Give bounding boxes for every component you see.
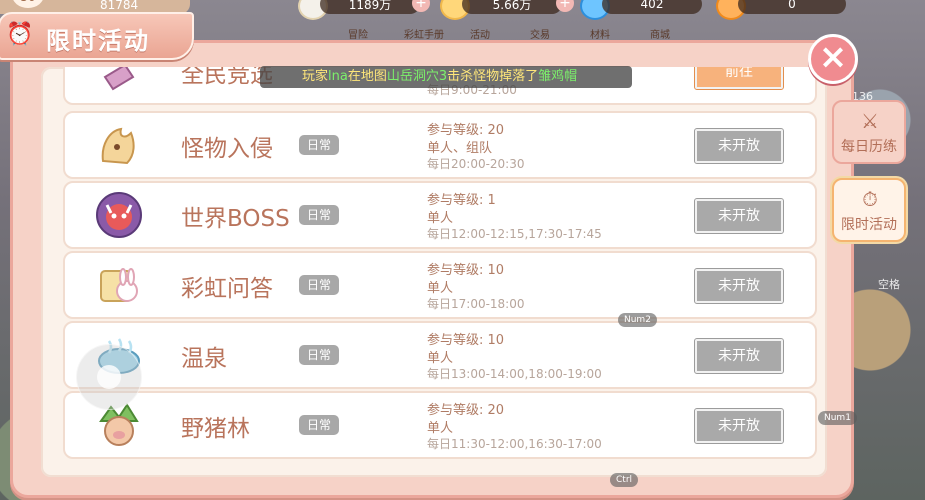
party-mode: 单人 [427, 211, 454, 226]
activity-time: 每日12:00-12:15,17:30-17:45 [427, 227, 602, 241]
top-tab-trade[interactable]: 交易 [530, 26, 550, 41]
clock-icon: ⏱ [862, 187, 878, 211]
party-mode: 单人、组队 [427, 141, 493, 156]
activity-list: 全民竞选 每日9:00-21:00 前往 怪物入侵 日常 参与等级: 20 单人… [41, 67, 827, 477]
activity-time: 每日17:00-18:00 [427, 297, 525, 311]
broadcast-text: 在地图 [347, 69, 387, 84]
side-tab-limited-activity[interactable]: ⏱ 限时活动 [832, 178, 906, 242]
top-tab-materials[interactable]: 材料 [590, 26, 610, 41]
virtual-joystick[interactable] [76, 344, 142, 410]
daily-tag: 日常 [299, 345, 339, 365]
demon-skull-icon [96, 192, 142, 238]
star-amount: 0 [738, 0, 846, 14]
party-mode: 单人 [427, 351, 454, 366]
key-hint-ctrl: Ctrl [610, 473, 639, 487]
side-tab-daily-training[interactable]: ⚔ 每日历练 [832, 100, 906, 164]
side-tab-label: 限时活动 [841, 217, 897, 233]
not-open-button[interactable]: 未开放 [694, 128, 784, 164]
broadcast-map: 山岳洞穴3 [386, 69, 448, 84]
not-open-button[interactable]: 未开放 [694, 268, 784, 304]
activity-name: 温泉 [181, 346, 227, 372]
party-mode: 单人 [427, 281, 454, 296]
activity-name: 世界BOSS [181, 206, 290, 232]
required-level: 参与等级: 10 [427, 263, 505, 278]
top-tab-events[interactable]: 活动 [470, 26, 490, 41]
required-level: 参与等级: 20 [427, 403, 505, 418]
activity-row: 世界BOSS 日常 参与等级: 1 单人 每日12:00-12:15,17:30… [63, 181, 817, 249]
required-level: 参与等级: 20 [427, 123, 505, 138]
party-mode: 单人 [427, 421, 454, 436]
activity-name: 彩虹问答 [181, 276, 273, 302]
activity-time: 每日11:30-12:00,16:30-17:00 [427, 437, 602, 451]
add-gold-button[interactable]: + [556, 0, 574, 12]
activity-time: 每日13:00-14:00,18:00-19:00 [427, 367, 602, 381]
player-level: 50 [12, 0, 44, 8]
top-tab-adventure[interactable]: 冒险 [348, 26, 368, 41]
key-hint-num2: Num2 [618, 313, 657, 327]
activity-row: 野猪林 日常 参与等级: 20 单人 每日11:30-12:00,16:30-1… [63, 391, 817, 459]
add-silver-button[interactable]: + [412, 0, 430, 12]
activity-name: 怪物入侵 [181, 136, 273, 162]
not-open-button[interactable]: 未开放 [694, 198, 784, 234]
ballot-icon [103, 67, 135, 91]
joystick-knob[interactable] [97, 365, 121, 389]
top-tab-handbook[interactable]: 彩虹手册 [404, 26, 444, 41]
sword-icon: ⚔ [861, 109, 879, 133]
daily-tag: 日常 [299, 415, 339, 435]
not-open-button[interactable]: 未开放 [694, 408, 784, 444]
activity-time: 每日20:00-20:30 [427, 157, 525, 171]
daily-tag: 日常 [299, 275, 339, 295]
not-open-button[interactable]: 未开放 [694, 338, 784, 374]
top-tab-shop[interactable]: 商城 [650, 26, 670, 41]
go-button[interactable]: 前往 [694, 67, 784, 90]
alarm-clock-icon: ⏰ [6, 22, 34, 47]
page-title: 限时活动 [46, 27, 150, 55]
system-broadcast: 玩家lna在地图山岳洞穴3击杀怪物掉落了雏鸡帽 [260, 66, 632, 88]
diamond-amount: 402 [602, 0, 702, 14]
key-hint-num1: Num1 [818, 411, 857, 425]
activity-name: 野猪林 [181, 416, 250, 442]
dragon-icon [101, 127, 135, 165]
broadcast-text: 击杀怪物掉落了 [447, 69, 539, 84]
daily-tag: 日常 [299, 205, 339, 225]
panel-title-ribbon: ⏰ 限时活动 [0, 12, 194, 60]
broadcast-text: 玩家 [302, 69, 329, 84]
required-level: 参与等级: 10 [427, 333, 505, 348]
activity-row: 彩虹问答 日常 参与等级: 10 单人 每日17:00-18:00 未开放 [63, 251, 817, 319]
activity-row: 怪物入侵 日常 参与等级: 20 单人、组队 每日20:00-20:30 未开放 [63, 111, 817, 179]
gold-amount: 5.66万 [462, 0, 562, 14]
side-tab-label: 每日历练 [841, 139, 897, 155]
silver-amount: 1189万 [320, 0, 420, 14]
activity-row: 温泉 日常 参与等级: 10 单人 每日13:00-14:00,18:00-19… [63, 321, 817, 389]
daily-tag: 日常 [299, 135, 339, 155]
broadcast-player: lna [328, 69, 348, 84]
close-button[interactable]: × [808, 34, 858, 84]
scroll-bunny-icon [100, 268, 138, 302]
space-key-hint: 空格 [878, 278, 900, 291]
exp-value: 81784 [100, 0, 139, 12]
required-level: 参与等级: 1 [427, 193, 496, 208]
broadcast-item: 雏鸡帽 [538, 69, 578, 84]
limited-activity-panel: 全民竞选 每日9:00-21:00 前往 怪物入侵 日常 参与等级: 20 单人… [10, 40, 854, 498]
